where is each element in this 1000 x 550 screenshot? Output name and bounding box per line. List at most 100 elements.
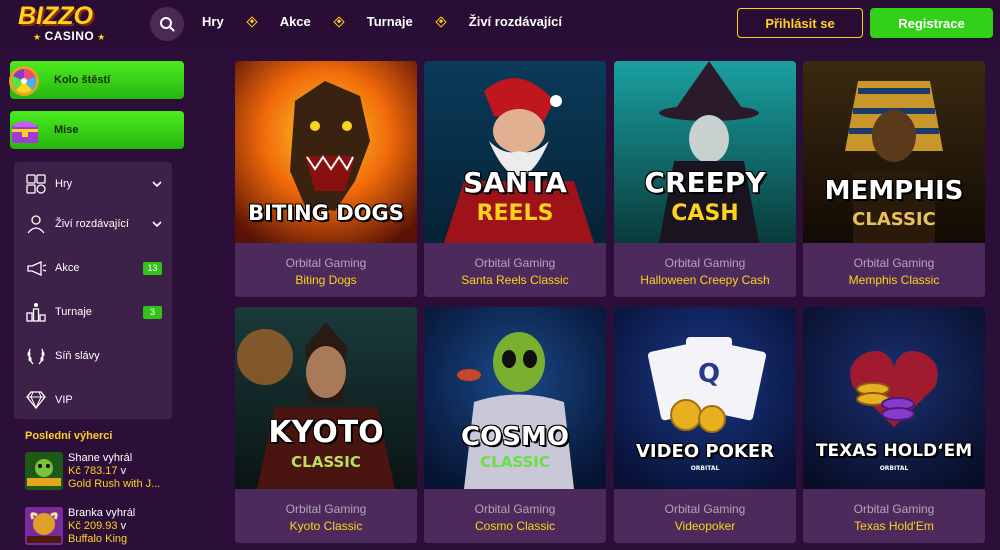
game-art-title: SANTA xyxy=(463,166,567,199)
logo-sub-text: CASINO xyxy=(33,29,106,43)
game-thumbnail[interactable]: CREEPY CASH xyxy=(614,61,796,243)
sidebar-item-tournaments[interactable]: Turnaje 3 xyxy=(14,290,172,334)
wheel-of-fortune-label: Kolo štěstí xyxy=(54,74,111,86)
game-art-title: VIDEO POKER xyxy=(635,441,775,462)
game-title[interactable]: Memphis Classic xyxy=(803,273,985,287)
winner-game-link[interactable]: Gold Rush with J... xyxy=(68,478,186,490)
search-button[interactable] xyxy=(150,7,184,41)
chevron-down-icon[interactable] xyxy=(152,179,162,189)
sidebar-item-label: Akce xyxy=(55,262,80,274)
game-title[interactable]: Texas Hold'Em xyxy=(803,519,985,533)
tournament-icon xyxy=(24,300,48,324)
game-art-subtitle: REELS xyxy=(476,201,554,226)
game-info: Orbital Gaming Kyoto Classic xyxy=(235,489,417,543)
wheel-of-fortune-button[interactable]: Kolo štěstí xyxy=(9,61,184,99)
search-icon xyxy=(160,17,175,32)
diamond-icon xyxy=(24,388,48,412)
nav-item-turnaje[interactable]: Turnaje xyxy=(367,14,413,29)
nav-item-live-dealers[interactable]: Živí rozdávající xyxy=(469,14,562,29)
casino-logo[interactable]: BIZZO CASINO xyxy=(18,2,118,44)
missions-label: Mise xyxy=(54,124,79,136)
main-nav: Hry Akce Turnaje Živí rozdávající xyxy=(202,14,562,29)
winner-game-link[interactable]: Buffalo King xyxy=(68,533,186,545)
game-thumbnail[interactable]: Q VIDEO POKER ORBITAL xyxy=(614,307,796,489)
game-card[interactable]: SANTA REELS Orbital Gaming Santa Reels C… xyxy=(424,61,606,297)
game-title[interactable]: Halloween Creepy Cash xyxy=(614,273,796,287)
winner-conj: v xyxy=(120,465,127,477)
game-art-subtitle: ORBITAL xyxy=(879,465,909,472)
nav-item-akce[interactable]: Akce xyxy=(280,14,311,29)
game-info: Orbital Gaming Santa Reels Classic xyxy=(424,243,606,297)
register-button[interactable]: Registrace xyxy=(870,8,993,38)
winner-amount-value: Kč 209.93 xyxy=(68,520,118,532)
game-info: Orbital Gaming Memphis Classic xyxy=(803,243,985,297)
winner-amount: Kč 209.93 v xyxy=(68,520,126,532)
game-thumbnail[interactable]: MEMPHIS CLASSIC xyxy=(803,61,985,243)
winner-item[interactable]: Shane vyhrál Kč 783.17 v Gold Rush with … xyxy=(25,452,185,492)
wheel-icon xyxy=(9,66,39,96)
game-card[interactable]: COSMO CLASSIC Orbital Gaming Cosmo Class… xyxy=(424,307,606,543)
game-card[interactable]: Q VIDEO POKER ORBITAL Orbital Gaming Vid… xyxy=(614,307,796,543)
winner-name: Shane vyhrál xyxy=(68,452,133,464)
winner-name: Branka vyhrál xyxy=(68,507,136,519)
game-art-title: COSMO xyxy=(461,422,569,452)
sidebar-item-label: Hry xyxy=(55,178,73,190)
game-card[interactable]: TEXAS HOLD‘EM ORBITAL Orbital Gaming Tex… xyxy=(803,307,985,543)
game-thumbnail[interactable]: BITING DOGS xyxy=(235,61,417,243)
game-provider: Orbital Gaming xyxy=(285,256,367,270)
game-info: Orbital Gaming Biting Dogs xyxy=(235,243,417,297)
nav-separator-icon xyxy=(435,15,447,28)
winner-amount: Kč 783.17 v xyxy=(68,465,126,477)
promotions-count-badge: 13 xyxy=(143,261,162,275)
game-card[interactable]: BITING DOGS Orbital Gaming Biting Dogs xyxy=(235,61,417,297)
sidebar-item-label: Živí rozdávající xyxy=(55,218,129,230)
game-title[interactable]: Kyoto Classic xyxy=(235,519,417,533)
sidebar-item-promotions[interactable]: Akce 13 xyxy=(14,246,172,290)
game-provider: Orbital Gaming xyxy=(474,502,556,516)
game-art-title: MEMPHIS xyxy=(824,176,964,206)
login-button[interactable]: Přihlásit se xyxy=(737,8,863,38)
game-thumbnail[interactable]: KYOTO CLASSIC xyxy=(235,307,417,489)
game-provider: Orbital Gaming xyxy=(474,256,556,270)
game-provider: Orbital Gaming xyxy=(853,256,935,270)
game-title[interactable]: Cosmo Classic xyxy=(424,519,606,533)
game-thumbnail[interactable]: TEXAS HOLD‘EM ORBITAL xyxy=(803,307,985,489)
megaphone-icon xyxy=(24,256,48,280)
nav-item-hry[interactable]: Hry xyxy=(202,14,224,29)
game-provider: Orbital Gaming xyxy=(664,502,746,516)
sidebar-item-vip[interactable]: VIP xyxy=(14,378,172,422)
game-card[interactable]: MEMPHIS CLASSIC Orbital Gaming Memphis C… xyxy=(803,61,985,297)
game-art-title: CREEPY xyxy=(644,166,766,199)
sidebar-item-games[interactable]: Hry xyxy=(14,162,172,206)
winner-item[interactable]: Branka vyhrál Kč 209.93 v Buffalo King xyxy=(25,507,185,547)
treasure-chest-icon xyxy=(12,121,38,143)
game-title[interactable]: Santa Reels Classic xyxy=(424,273,606,287)
sidebar-menu: Hry Živí rozdávající Akce 13 Turnaje 3 S… xyxy=(14,162,172,419)
game-art-subtitle: CLASSIC xyxy=(480,453,550,471)
game-provider: Orbital Gaming xyxy=(853,502,935,516)
sidebar-item-label: VIP xyxy=(55,394,73,406)
game-card[interactable]: CREEPY CASH Orbital Gaming Halloween Cre… xyxy=(614,61,796,297)
game-title[interactable]: Videopoker xyxy=(614,519,796,533)
sidebar-item-hall-of-fame[interactable]: Síň slávy xyxy=(14,334,172,378)
game-title[interactable]: Biting Dogs xyxy=(235,273,417,287)
game-provider: Orbital Gaming xyxy=(285,502,367,516)
game-art-subtitle: ORBITAL xyxy=(690,465,720,472)
game-provider: Orbital Gaming xyxy=(664,256,746,270)
nav-separator-icon xyxy=(246,15,258,28)
game-thumbnail[interactable]: SANTA REELS xyxy=(424,61,606,243)
game-art-subtitle: CLASSIC xyxy=(852,209,936,230)
laurel-icon xyxy=(24,344,48,368)
sidebar-item-live-dealers[interactable]: Živí rozdávající xyxy=(14,202,172,246)
live-dealer-icon xyxy=(24,212,48,236)
game-thumbnail[interactable]: COSMO CLASSIC xyxy=(424,307,606,489)
game-art-subtitle: CLASSIC xyxy=(291,453,361,471)
winner-game-thumbnail xyxy=(25,452,63,490)
chevron-down-icon[interactable] xyxy=(152,219,162,229)
game-card[interactable]: KYOTO CLASSIC Orbital Gaming Kyoto Class… xyxy=(235,307,417,543)
missions-button[interactable]: Mise xyxy=(10,111,184,149)
winner-conj: v xyxy=(120,520,127,532)
sidebar-item-label: Turnaje xyxy=(55,306,92,318)
game-art-title: BITING DOGS xyxy=(248,201,404,225)
nav-separator-icon xyxy=(333,15,345,28)
